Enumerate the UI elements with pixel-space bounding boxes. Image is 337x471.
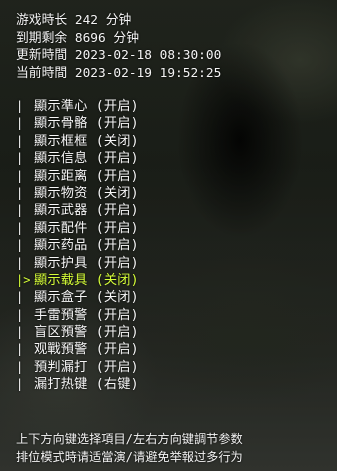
- menu-marker: |: [16, 168, 24, 183]
- menu-marker: |: [16, 133, 24, 148]
- menu-item-label: 顯示骨骼 (开启): [34, 116, 139, 132]
- menu-marker: |: [16, 238, 24, 253]
- menu-item-label: 顯示距离 (开启): [34, 168, 139, 184]
- menu-marker: |: [16, 220, 24, 235]
- menu-marker: |: [16, 151, 24, 166]
- settings-menu: | 顯示準心 (开启) | 顯示骨骼 (开启) | 顯示框框 (关闭) | 顯示信息 (…: [16, 98, 139, 394]
- menu-item-show-vehicles[interactable]: |> 顯示载具 (关闭): [16, 272, 139, 289]
- menu-item-label: 顯示配件 (开启): [34, 220, 139, 236]
- menu-item-show-armor[interactable]: | 顯示护具 (开启): [16, 255, 139, 272]
- menu-marker: |: [16, 116, 24, 131]
- current-time-text: 当前時間 2023-02-19 19:52:25: [16, 65, 222, 81]
- menu-item-label: 顯示药品 (开启): [34, 238, 139, 254]
- remaining-time-text: 到期剩余 8696 分钟: [16, 30, 140, 46]
- menu-marker: |: [16, 255, 24, 270]
- menu-item-blindspot-warning[interactable]: | 盲区預警 (开启): [16, 324, 139, 341]
- status-info-panel: 游戏時长 242 分钟 到期剩余 8696 分钟 更新時間 2023-02-18…: [16, 12, 333, 82]
- menu-item-show-info[interactable]: | 顯示信息 (开启): [16, 150, 139, 167]
- menu-marker: |: [16, 99, 24, 113]
- menu-item-show-supplies[interactable]: | 顯示物资 (关闭): [16, 185, 139, 202]
- menu-item-label: 顯示物资 (关闭): [34, 185, 139, 201]
- play-time-text: 游戏時长 242 分钟: [16, 13, 132, 28]
- menu-marker: |>: [16, 272, 31, 287]
- menu-item-show-box[interactable]: | 顯示框框 (关闭): [16, 133, 139, 150]
- menu-item-fire-hotkey[interactable]: | 漏打热键 (右键): [16, 376, 139, 393]
- help-text-line-1: 上下方向键选择項目/左右方向键調节参数: [16, 432, 243, 446]
- menu-item-show-medicine[interactable]: | 顯示药品 (开启): [16, 237, 139, 254]
- menu-item-label: 顯示信息 (开启): [34, 151, 139, 167]
- help-text-line-2: 排位模式時请适當演/请避免举報过多行为: [16, 450, 243, 464]
- menu-item-grenade-warning[interactable]: | 手雷預警 (开启): [16, 307, 139, 324]
- menu-item-show-crates[interactable]: | 顯示盒子 (关闭): [16, 289, 139, 306]
- menu-item-label: 顯示盒子 (关闭): [34, 290, 139, 306]
- menu-marker: |: [16, 290, 24, 305]
- menu-item-spectator-warning[interactable]: | 观戰預警 (开启): [16, 341, 139, 358]
- menu-marker: |: [16, 377, 24, 392]
- menu-item-label: 盲区預警 (开启): [34, 325, 139, 341]
- menu-item-show-attachments[interactable]: | 顯示配件 (开启): [16, 220, 139, 237]
- menu-item-label: 顯示武器 (开启): [34, 203, 139, 219]
- menu-item-predictive-fire[interactable]: | 預判漏打 (开启): [16, 359, 139, 376]
- menu-item-show-crosshair[interactable]: | 顯示準心 (开启): [16, 98, 139, 115]
- menu-item-label: 顯示载具 (关闭): [34, 272, 139, 288]
- menu-item-label: 顯示护具 (开启): [34, 255, 139, 271]
- menu-item-label: 观戰預警 (开启): [34, 342, 139, 358]
- menu-marker: |: [16, 359, 24, 374]
- menu-item-label: 顯示框框 (关闭): [34, 133, 139, 149]
- menu-marker: |: [16, 185, 24, 200]
- menu-item-label: 手雷預警 (开启): [34, 307, 139, 323]
- menu-marker: |: [16, 203, 24, 218]
- menu-item-show-weapons[interactable]: | 顯示武器 (开启): [16, 202, 139, 219]
- menu-item-label: 顯示準心 (开启): [34, 99, 139, 114]
- menu-item-label: 預判漏打 (开启): [34, 359, 139, 375]
- menu-marker: |: [16, 307, 24, 322]
- menu-marker: |: [16, 325, 24, 340]
- menu-item-show-skeleton[interactable]: | 顯示骨骼 (开启): [16, 115, 139, 132]
- updated-time-text: 更新時間 2023-02-18 08:30:00: [16, 48, 222, 63]
- menu-item-show-distance[interactable]: | 顯示距离 (开启): [16, 168, 139, 185]
- controls-help: 上下方向键选择項目/左右方向键調节参数 排位模式時请适當演/请避免举報过多行为: [16, 430, 334, 466]
- menu-item-label: 漏打热键 (右键): [34, 377, 139, 393]
- menu-marker: |: [16, 342, 24, 357]
